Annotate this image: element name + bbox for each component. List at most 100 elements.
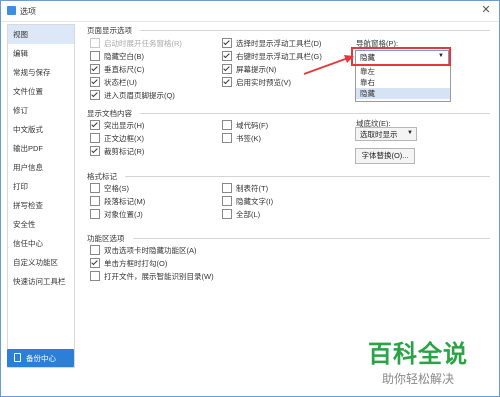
checkbox-option[interactable]: 启动时展开任务窗格(R)	[90, 38, 182, 50]
field-shading-value: 选取时显示	[360, 130, 398, 139]
checkbox-option[interactable]: 隐藏空白(B)	[90, 51, 144, 63]
sidebar-item[interactable]: 自定义功能区	[8, 253, 74, 272]
checkbox-icon[interactable]	[222, 133, 232, 144]
sidebar-item[interactable]: 中文版式	[8, 120, 74, 139]
checkbox-option[interactable]: 域代码(F)	[222, 120, 268, 132]
dropdown-option[interactable]: 靠右	[356, 77, 450, 88]
checkbox-icon[interactable]	[90, 271, 100, 282]
checkbox-label: 双击选项卡时隐藏功能区(A)	[104, 246, 197, 255]
checkbox-label: 对象位置(J)	[104, 210, 143, 219]
checkbox-icon[interactable]	[90, 183, 100, 194]
checkbox-label: 空格(S)	[104, 184, 129, 193]
checkbox-option[interactable]: 隐藏文字(I)	[222, 196, 273, 208]
sidebar-item[interactable]: 文件位置	[8, 82, 74, 101]
sidebar-item[interactable]: 用户信息	[8, 158, 74, 177]
section-page-display: 页面显示选项	[87, 26, 132, 35]
divider	[125, 176, 490, 177]
checkbox-checked-icon[interactable]	[222, 77, 232, 88]
checkbox-label: 进入页眉页脚提示(Q)	[104, 91, 175, 100]
checkbox-option[interactable]: 空格(S)	[90, 183, 129, 195]
checkbox-option[interactable]: 屏幕提示(N)	[222, 64, 276, 76]
checkbox-label: 隐藏空白(B)	[104, 52, 144, 61]
checkbox-label: 正文边框(X)	[104, 134, 144, 143]
chevron-down-icon: ▼	[407, 130, 413, 136]
checkbox-option[interactable]: 全部(L)	[222, 209, 260, 221]
checkbox-checked-icon[interactable]	[222, 64, 232, 75]
checkbox-icon[interactable]	[90, 209, 100, 220]
sidebar-item[interactable]: 拼写检查	[8, 196, 74, 215]
checkbox-checked-icon[interactable]	[222, 38, 232, 49]
dropdown-option[interactable]: 隐藏	[356, 88, 450, 99]
sidebar-item[interactable]: 打印	[8, 177, 74, 196]
checkbox-label: 单击方框时打勾(O)	[104, 259, 168, 268]
checkbox-label: 垂直标尺(C)	[104, 65, 145, 74]
options-sidebar: 视图 编辑 常规与保存 文件位置 修订 中文版式 输出PDF 用户信息 打印 拼写检查 安全性 信任中…	[7, 24, 75, 368]
checkbox-label: 全部(L)	[236, 210, 261, 219]
dropdown-option[interactable]: 靠左	[356, 66, 450, 77]
close-icon[interactable]: ✕	[477, 3, 495, 18]
checkbox-checked-icon[interactable]	[222, 51, 232, 62]
backup-center-button[interactable]: 备份中心	[7, 349, 74, 367]
checkbox-option[interactable]: 进入页眉页脚提示(Q)	[90, 90, 175, 102]
checkbox-option[interactable]: 正文边框(X)	[90, 133, 144, 145]
font-substitution-button[interactable]: 字体替换(O)...	[355, 148, 415, 164]
sidebar-item[interactable]: 编辑	[8, 44, 74, 63]
checkbox-label: 书签(K)	[236, 134, 261, 143]
checkbox-option[interactable]: 裁剪标记(R)	[90, 146, 144, 158]
checkbox-option[interactable]: 打开文件，展示智能识别目录(W)	[90, 271, 214, 283]
checkbox-label: 段落标记(M)	[104, 197, 146, 206]
watermark-logo: 百科全说 助你轻松解决	[368, 334, 492, 390]
checkbox-option[interactable]: 单击方框时打勾(O)	[90, 258, 167, 270]
checkbox-icon[interactable]	[222, 196, 232, 207]
checkbox-checked-icon[interactable]	[90, 146, 100, 157]
sidebar-item[interactable]: 修订	[8, 101, 74, 120]
checkbox-checked-icon[interactable]	[90, 90, 100, 101]
checkbox-label: 突出显示(H)	[104, 121, 145, 130]
sidebar-item[interactable]: 输出PDF	[8, 139, 74, 158]
checkbox-icon[interactable]	[90, 245, 100, 256]
checkbox-label: 屏幕提示(N)	[236, 65, 277, 74]
checkbox-option[interactable]: 突出显示(H)	[90, 120, 144, 132]
backup-label: 备份中心	[26, 354, 56, 363]
window-title: 选项	[20, 7, 36, 16]
checkbox-label: 隐藏文字(I)	[236, 197, 274, 206]
sidebar-item[interactable]: 信任中心	[8, 234, 74, 253]
checkbox-icon[interactable]	[222, 120, 232, 131]
checkbox-label: 状态栏(U)	[104, 78, 137, 87]
checkbox-label: 启用实时预览(V)	[236, 78, 291, 87]
checkbox-icon[interactable]	[90, 51, 100, 62]
checkbox-option[interactable]: 状态栏(U)	[90, 77, 137, 89]
checkbox-option[interactable]: 段落标记(M)	[90, 196, 145, 208]
annotation-arrow-icon	[303, 55, 354, 75]
checkbox-icon[interactable]	[90, 133, 100, 144]
checkbox-checked-icon[interactable]	[90, 77, 100, 88]
annotation-highlight-box	[351, 47, 451, 66]
checkbox-icon[interactable]	[90, 196, 100, 207]
checkbox-option[interactable]: 双击选项卡时隐藏功能区(A)	[90, 245, 197, 257]
checkbox-icon[interactable]	[222, 183, 232, 194]
checkbox-option[interactable]: 制表符(T)	[222, 183, 268, 195]
sidebar-item[interactable]: 视图	[8, 25, 74, 44]
app-icon	[7, 6, 16, 15]
checkbox-icon[interactable]	[222, 209, 232, 220]
checkbox-option[interactable]: 对象位置(J)	[90, 209, 143, 221]
watermark-subtitle: 助你轻松解决	[382, 372, 455, 386]
divider	[140, 113, 490, 114]
sidebar-item[interactable]: 常规与保存	[8, 63, 74, 82]
checkbox-option[interactable]: 垂直标尺(C)	[90, 64, 144, 76]
checkbox-checked-icon[interactable]	[90, 258, 100, 269]
checkbox-label: 打开文件，展示智能识别目录(W)	[104, 272, 214, 281]
checkbox-option[interactable]: 选择时显示浮动工具栏(D)	[222, 38, 321, 50]
sidebar-item[interactable]: 安全性	[8, 215, 74, 234]
checkbox-checked-icon[interactable]	[90, 120, 100, 131]
checkbox-label: 裁剪标记(R)	[104, 147, 145, 156]
sidebar-item[interactable]: 快速访问工具栏	[8, 272, 74, 291]
field-shading-select[interactable]: 选取时显示 ▼	[355, 127, 417, 141]
checkbox-label: 域代码(F)	[236, 121, 269, 130]
checkbox-option[interactable]: 书签(K)	[222, 133, 261, 145]
checkbox-checked-icon[interactable]	[90, 64, 100, 75]
checkbox-option[interactable]: 启用实时预览(V)	[222, 77, 291, 89]
checkbox-icon[interactable]	[90, 38, 100, 49]
divider	[140, 30, 490, 31]
checkbox-label: 启动时展开任务窗格(R)	[104, 39, 182, 48]
